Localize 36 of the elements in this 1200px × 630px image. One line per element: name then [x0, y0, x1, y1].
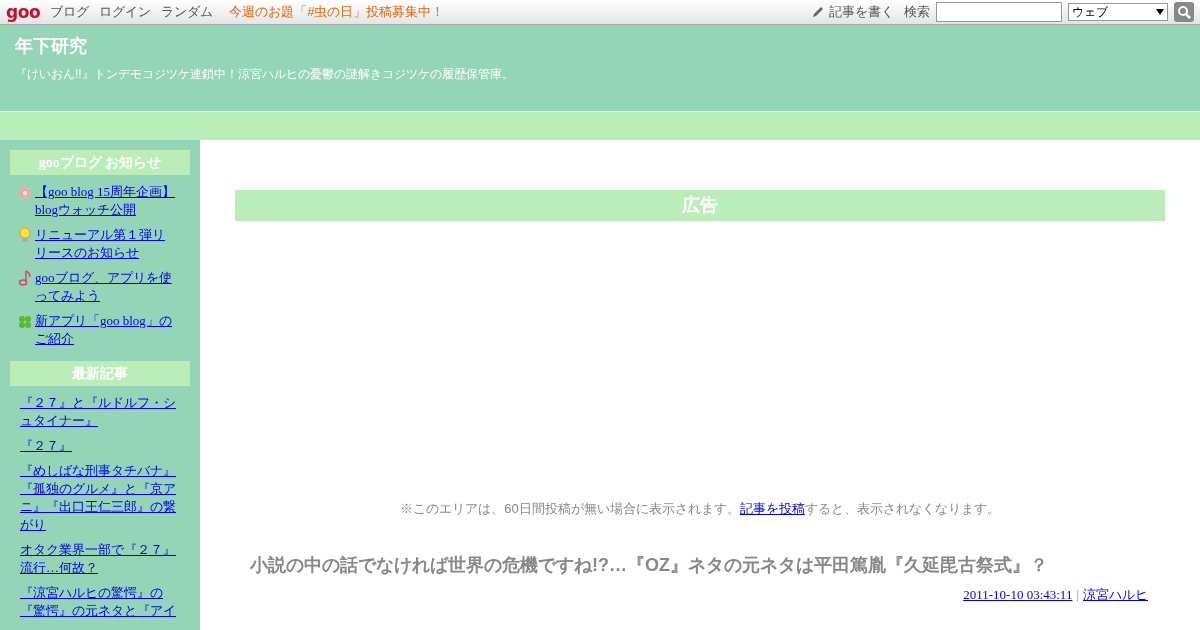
topbar-link[interactable]: ログイン: [99, 2, 152, 22]
sidebar-link[interactable]: 『めしばな刑事タチバナ』『孤独のグルメ』と『京アニ』『出口王仁三郎』の繋がり: [20, 462, 178, 534]
sidebar-heading: 最新記事: [10, 361, 190, 386]
separator: |: [1076, 585, 1079, 604]
pencil-icon: [811, 5, 825, 19]
sidebar-link[interactable]: オタク業界一部で『２７』流行…何故？: [20, 541, 178, 577]
search-icon: [1177, 5, 1191, 19]
topbar-link[interactable]: ブログ: [50, 2, 90, 22]
topbar-link[interactable]: ランダム: [161, 2, 214, 22]
blog-description: 『けいおん!!』トンデモコジツケ連鎖中！涼宮ハルヒの憂鬱の謎解きコジツケの履歴保管庫。: [15, 66, 515, 83]
search-button[interactable]: [1174, 2, 1194, 22]
sidebar-heading: gooブログ お知らせ: [10, 150, 190, 175]
ad-heading: 広告: [235, 190, 1165, 221]
weekly-topic-link[interactable]: 今週のお題「#虫の日」投稿募集中！: [229, 2, 445, 22]
sidebar-link[interactable]: 新アプリ「goo blog」のご紹介: [35, 312, 177, 348]
post-date-link[interactable]: 2011-10-10 03:43:11: [963, 584, 1073, 604]
clover-icon: [18, 315, 32, 329]
sidebar-link[interactable]: 『涼宮ハルヒの驚愕』の『驚愕』の元ネタと『アイ: [20, 584, 178, 620]
search-scope-dropdown[interactable]: ウェブ: [1068, 3, 1168, 21]
dropdown-arrow-icon: [1156, 9, 1164, 15]
ad-notice: ※このエリアは、60日間投稿が無い場合に表示されます。記事を投稿すると、表示されなくなります。: [399, 500, 1001, 518]
lightbulb-icon: [18, 227, 32, 243]
sidebar-link[interactable]: 『２７』と『ルドルフ・シュタイナー』: [20, 394, 178, 430]
post-title[interactable]: 小説の中の話でなければ世界の危機ですね!?…『OZ』ネタの元ネタは平田篤胤『久延毘古祭式』？: [235, 551, 1165, 579]
sidebar-link[interactable]: 【goo blog 15周年企画】blogウォッチ公開: [35, 183, 177, 219]
post-author-link[interactable]: 涼宮ハルヒ: [1083, 584, 1148, 604]
sidebar-link[interactable]: 『２７』: [20, 437, 178, 455]
sidebar-link[interactable]: リニューアル第１弾リリースのお知らせ: [35, 226, 177, 262]
sidebar-link[interactable]: gooブログ、アプリを使ってみよう: [35, 269, 177, 305]
write-article-link[interactable]: 記事を書く: [829, 2, 894, 22]
music-note-icon: [18, 270, 32, 286]
flower-icon: [18, 186, 32, 200]
search-field[interactable]: [936, 2, 1062, 22]
post-article-link[interactable]: 記事を投稿: [739, 501, 805, 516]
search-label: 検索: [904, 3, 930, 22]
goo-logo[interactable]: goo: [6, 3, 41, 21]
